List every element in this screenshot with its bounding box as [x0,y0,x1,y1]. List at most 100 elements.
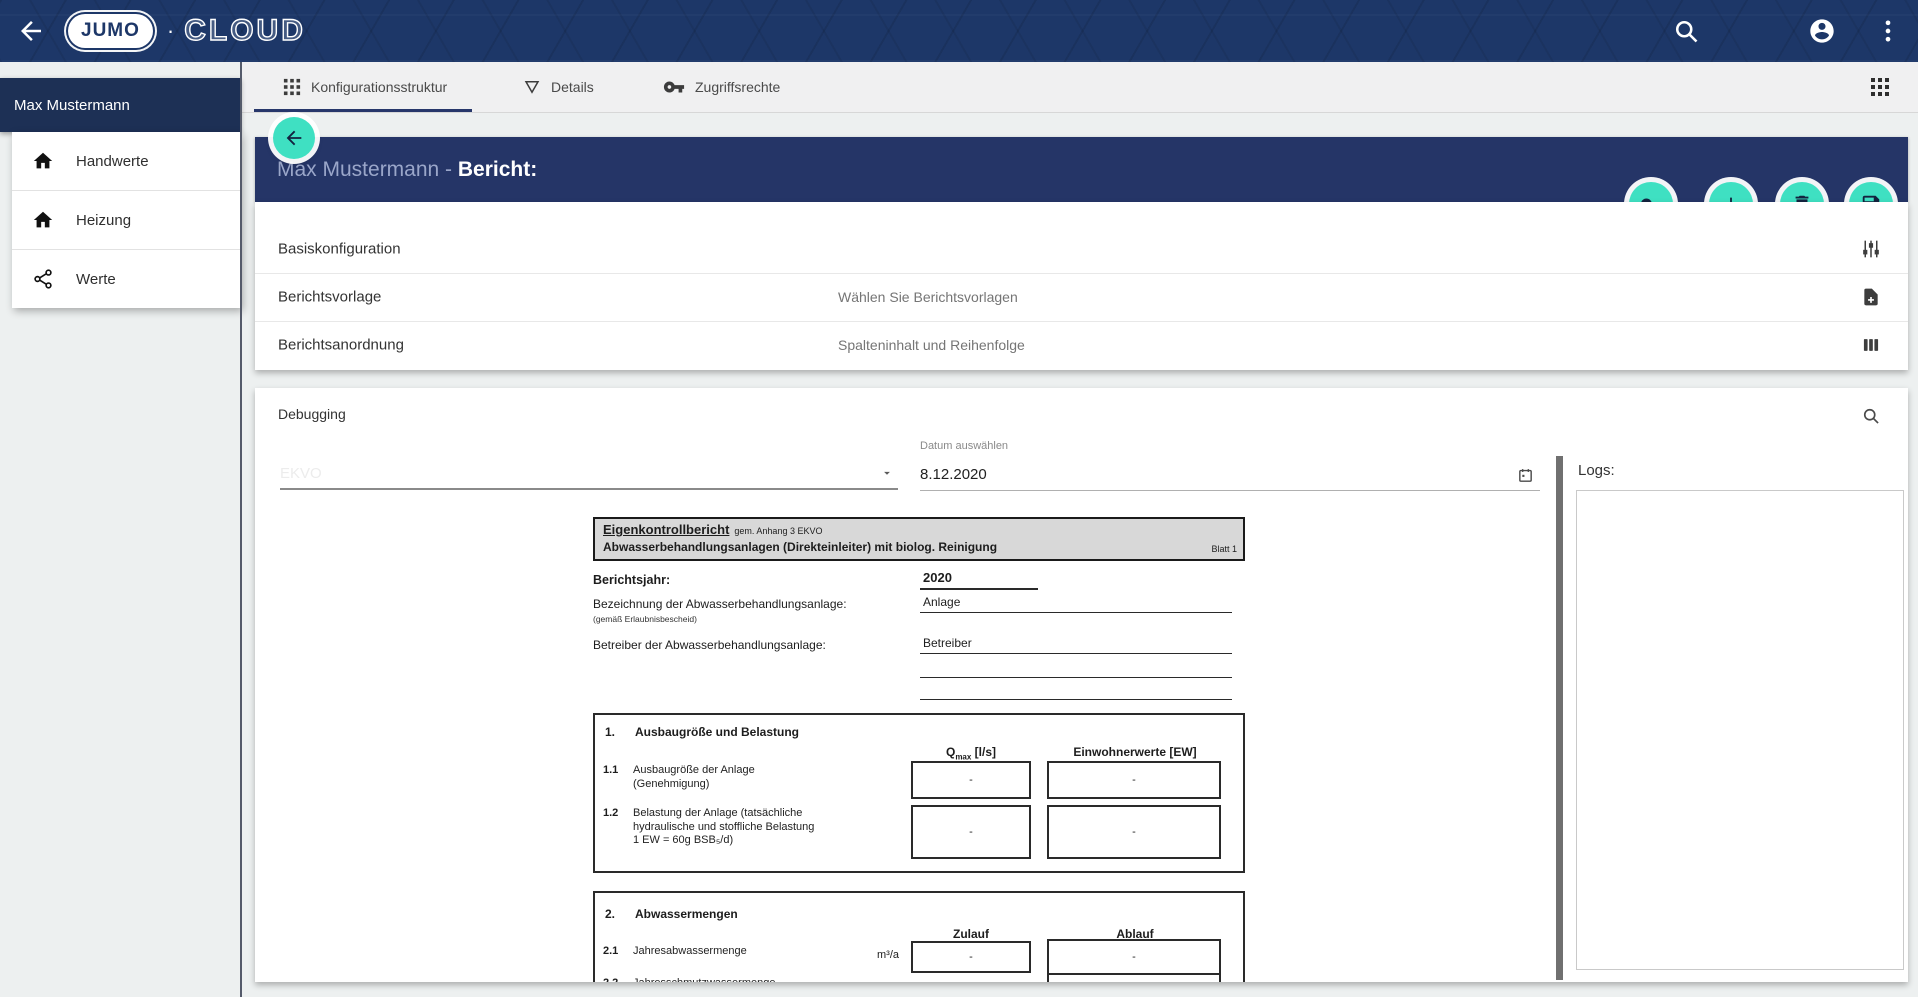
report-annex: gem. Anhang 3 EKVO [734,526,822,536]
funnel-icon [523,78,541,96]
sidebar-item-heizung[interactable]: Heizung [12,191,241,250]
home-icon [32,209,54,231]
plant-value: Anlage [923,595,960,609]
logs-label: Logs: [1578,462,1615,479]
apps-grid-icon[interactable] [1870,77,1890,97]
template-select[interactable]: EKVO [280,448,898,490]
column-header-qmax: Qmax [l/s] [911,745,1031,761]
page-title: Max Mustermann - Bericht: [277,158,537,182]
sidebar-item-werte[interactable]: Werte [12,250,241,308]
row-basiskonfiguration[interactable]: Basiskonfiguration [255,225,1908,273]
debugging-title: Debugging [278,406,346,422]
chevron-down-icon [880,466,894,480]
key-icon [663,76,685,98]
more-menu-icon[interactable] [1874,17,1902,45]
value-cell: - [1047,939,1221,975]
row-number: 1.1 [603,764,618,776]
value-cell: - [1047,805,1221,859]
row-label: Belastung der Anlage (tatsächlichehydrau… [633,807,814,848]
configuration-card: Basiskonfiguration Berichtsvorlage Wähle… [255,202,1908,370]
sidebar-item-label: Handwerte [76,153,149,170]
active-tab-indicator [254,109,472,112]
jumo-logo: JUMO [68,14,153,48]
report-title: Eigenkontrollbericht [603,522,729,537]
sidebar-item-label: Heizung [76,212,131,229]
search-icon[interactable] [1672,17,1700,45]
row-label: Berichtsanordnung [278,337,404,354]
plant-label: Bezeichnung der Abwasserbehandlungsanlag… [593,597,847,611]
row-label: Ausbaugröße der Anlage(Genehmigung) [633,764,755,791]
operator-underline [920,653,1232,654]
back-button[interactable] [273,117,315,159]
section-title: Ausbaugröße und Belastung [635,725,799,739]
note-add-icon[interactable] [1861,287,1881,307]
sidebar-user-name: Max Mustermann [14,97,130,114]
row-label: Basiskonfiguration [278,241,401,258]
date-label: Datum auswählen [920,440,1008,452]
sidebar-item-label: Werte [76,271,116,288]
report-preview[interactable]: Eigenkontrollbericht gem. Anhang 3 EKVO A… [593,517,1245,982]
date-value: 8.12.2020 [920,466,987,483]
value-cell: - [911,805,1031,859]
search-icon[interactable] [1861,406,1881,426]
report-sheet-label: Blatt 1 [1211,544,1237,554]
tab-label: Konfigurationsstruktur [311,79,447,95]
nav-content-divider [240,62,242,997]
column-header-zulauf: Zulauf [911,927,1031,941]
home-icon [32,150,54,172]
view-columns-icon[interactable] [1861,335,1881,355]
row-label: Jahresschmutzwassermenge [633,977,775,982]
report-section-2: 2. Abwassermengen Zulauf Ablauf 2.1 Jahr… [593,891,1245,982]
share-icon [32,268,54,290]
value-cell: - [911,761,1031,799]
year-underline [920,588,1038,590]
tab-konfigurationsstruktur[interactable]: Konfigurationsstruktur [283,62,447,112]
sidebar-menu: Handwerte Heizung Werte [12,132,241,308]
cloud-wordmark: CLOUD [184,14,306,48]
tab-bar: Konfigurationsstruktur Details Zugriffsr… [241,62,1918,113]
report-header: Eigenkontrollbericht gem. Anhang 3 EKVO A… [593,517,1245,561]
section-number: 2. [605,907,615,921]
appbar-back-icon[interactable] [16,16,46,46]
plant-underline [920,612,1232,613]
account-icon[interactable] [1808,17,1836,45]
year-label: Berichtsjahr: [593,573,670,587]
operator-underline2 [920,677,1232,678]
row-number: 2.1 [603,945,618,957]
tab-label: Details [551,79,594,95]
app-window: JUMO · CLOUD Konfigurationsstruktur [0,0,1918,997]
report-section-1: 1. Ausbaugröße und Belastung Qmax [l/s] … [593,713,1245,873]
select-value: EKVO [280,465,322,482]
logo-separator: · [167,18,174,44]
plant-sublabel: (gemäß Erlaubnisbescheid) [593,614,697,624]
row-berichtsanordnung[interactable]: Berichtsanordnung Spalteninhalt und Reih… [255,321,1908,369]
operator-label: Betreiber der Abwasserbehandlungsanlage: [593,638,826,652]
operator-underline3 [920,699,1232,700]
value-cell: - [911,941,1031,973]
section-title: Abwassermengen [635,907,738,921]
value-cell: - [1047,761,1221,799]
logs-output-box[interactable] [1576,490,1904,970]
debugging-card: Debugging EKVO Datum auswählen 8.12.2020… [255,388,1908,982]
row-berichtsvorlage[interactable]: Berichtsvorlage Wählen Sie Berichtsvorla… [255,273,1908,321]
tune-sliders-icon[interactable] [1861,239,1881,259]
row-value: Spalteninhalt und Reihenfolge [838,337,1025,353]
tab-details[interactable]: Details [523,62,594,112]
report-subtitle: Abwasserbehandlungsanlagen (Direkteinlei… [603,540,997,554]
app-bar: JUMO · CLOUD [0,0,1918,62]
tab-label: Zugriffsrechte [695,79,780,95]
grid-icon [283,78,301,96]
row-number: 1.2 [603,807,618,819]
preview-scrollbar[interactable] [1556,456,1563,980]
sidebar-item-handwerte[interactable]: Handwerte [12,132,241,191]
row-value: Wählen Sie Berichtsvorlagen [838,289,1018,305]
value-cell [1047,973,1221,982]
sidebar-user-header: Max Mustermann [0,78,241,132]
tab-zugriffsrechte[interactable]: Zugriffsrechte [663,62,780,112]
operator-value: Betreiber [923,636,972,650]
column-header-ew: Einwohnerwerte [EW] [1045,745,1225,759]
date-picker-field[interactable]: Datum auswählen 8.12.2020 [920,440,1540,491]
year-value: 2020 [923,570,952,585]
calendar-icon[interactable] [1517,467,1534,484]
row-number: 2.2 [603,977,618,982]
